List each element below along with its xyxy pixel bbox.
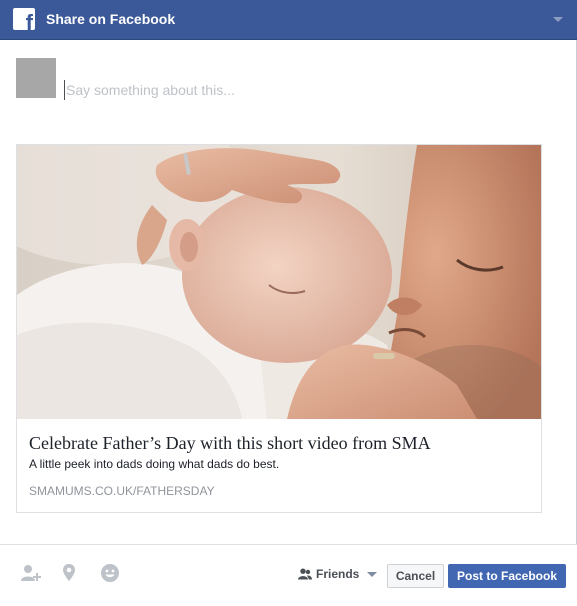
link-preview-card[interactable]: Celebrate Father’s Day with this short v… [16,144,542,513]
audience-selector[interactable]: Friends [298,565,378,583]
share-message-input[interactable] [64,80,554,100]
link-title[interactable]: Celebrate Father’s Day with this short v… [29,432,529,454]
cancel-button[interactable]: Cancel [387,564,444,588]
post-to-facebook-button[interactable]: Post to Facebook [448,564,566,588]
chevron-down-icon[interactable] [553,17,563,22]
feeling-smiley-icon[interactable] [100,563,120,583]
location-pin-icon[interactable] [61,563,81,583]
dialog-header: f Share on Facebook [0,0,577,40]
dialog-footer: Friends Cancel Post to Facebook [0,544,577,606]
avatar [16,58,56,98]
link-description: A little peek into dads doing what dads … [29,457,280,471]
tag-friends-icon[interactable] [20,563,41,583]
facebook-logo-icon: f [13,8,35,30]
friends-icon [298,568,312,580]
chevron-down-icon [367,571,378,577]
link-preview-image [17,145,541,419]
audience-label: Friends [316,567,360,581]
link-domain: SMAMUMS.CO.UK/FATHERSDAY [29,484,215,498]
dialog-title: Share on Facebook [46,11,176,27]
link-preview-text: Celebrate Father’s Day with this short v… [17,420,541,512]
share-dialog: f Share on Facebook Say something about … [0,0,577,606]
